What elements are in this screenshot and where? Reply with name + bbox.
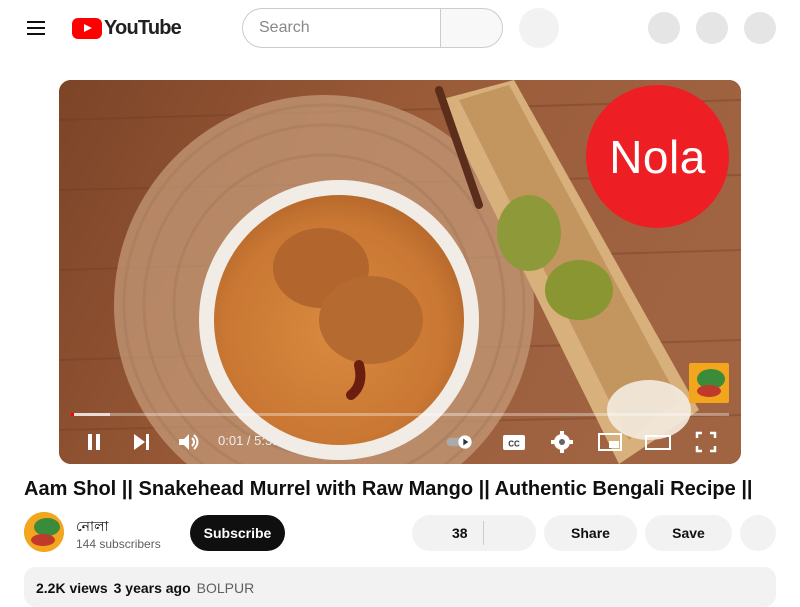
channel-name[interactable]: নোলা [76, 515, 109, 539]
save-button[interactable]: Save [645, 515, 732, 551]
nola-badge-text: Nola [609, 130, 706, 183]
subscriber-count: 144 subscribers [76, 537, 161, 551]
pause-icon[interactable] [79, 427, 109, 457]
youtube-play-icon [72, 17, 102, 39]
autoplay-toggle[interactable] [445, 427, 481, 457]
settings-gear-icon[interactable] [547, 427, 577, 457]
search-input[interactable] [242, 8, 440, 48]
share-button[interactable]: Share [544, 515, 637, 551]
upload-age: 3 years ago [113, 580, 191, 596]
create-button[interactable] [648, 12, 680, 44]
like-count: 38 [452, 525, 468, 541]
video-player[interactable]: Nola 0:01 / 5:39 CC [59, 80, 741, 464]
svg-text:CC: CC [508, 440, 520, 449]
channel-avatar[interactable] [24, 512, 64, 552]
voice-search-button[interactable] [519, 8, 559, 48]
description-box[interactable]: 2.2K views 3 years ago BOLPUR [24, 567, 776, 607]
time-display: 0:01 / 5:39 [218, 433, 280, 448]
theater-mode-icon[interactable] [643, 427, 673, 457]
menu-icon[interactable] [18, 12, 54, 44]
nola-badge: Nola [586, 85, 729, 228]
video-title: Aam Shol || Snakehead Murrel with Raw Ma… [24, 478, 753, 500]
youtube-logo[interactable]: YouTube [72, 16, 182, 40]
channel-watermark[interactable] [689, 363, 729, 403]
volume-icon[interactable] [173, 427, 203, 457]
progress-played [71, 413, 75, 416]
description-meta: 2.2K views 3 years ago BOLPUR [36, 580, 254, 596]
search-button[interactable] [440, 8, 503, 48]
notifications-button[interactable] [696, 12, 728, 44]
view-count: 2.2K views [36, 580, 108, 596]
miniplayer-icon[interactable] [595, 427, 625, 457]
progress-bar[interactable] [71, 413, 729, 416]
masthead: YouTube [0, 0, 800, 56]
search-bar [242, 8, 503, 48]
channel-logo-icon [24, 512, 64, 552]
logo-text: YouTube [104, 16, 182, 39]
player-controls: 0:01 / 5:39 CC [59, 420, 741, 464]
next-icon[interactable] [126, 427, 156, 457]
like-button[interactable]: 38 [412, 515, 484, 551]
watermark-icon [697, 369, 725, 397]
hashtag-link[interactable]: BOLPUR [197, 580, 255, 596]
dislike-button[interactable] [484, 515, 536, 551]
progress-loaded [71, 413, 111, 416]
account-avatar[interactable] [744, 12, 776, 44]
more-actions-button[interactable] [740, 515, 776, 551]
subscribe-button[interactable]: Subscribe [190, 515, 285, 551]
fullscreen-icon[interactable] [691, 427, 721, 457]
subtitles-icon[interactable]: CC [499, 427, 529, 457]
